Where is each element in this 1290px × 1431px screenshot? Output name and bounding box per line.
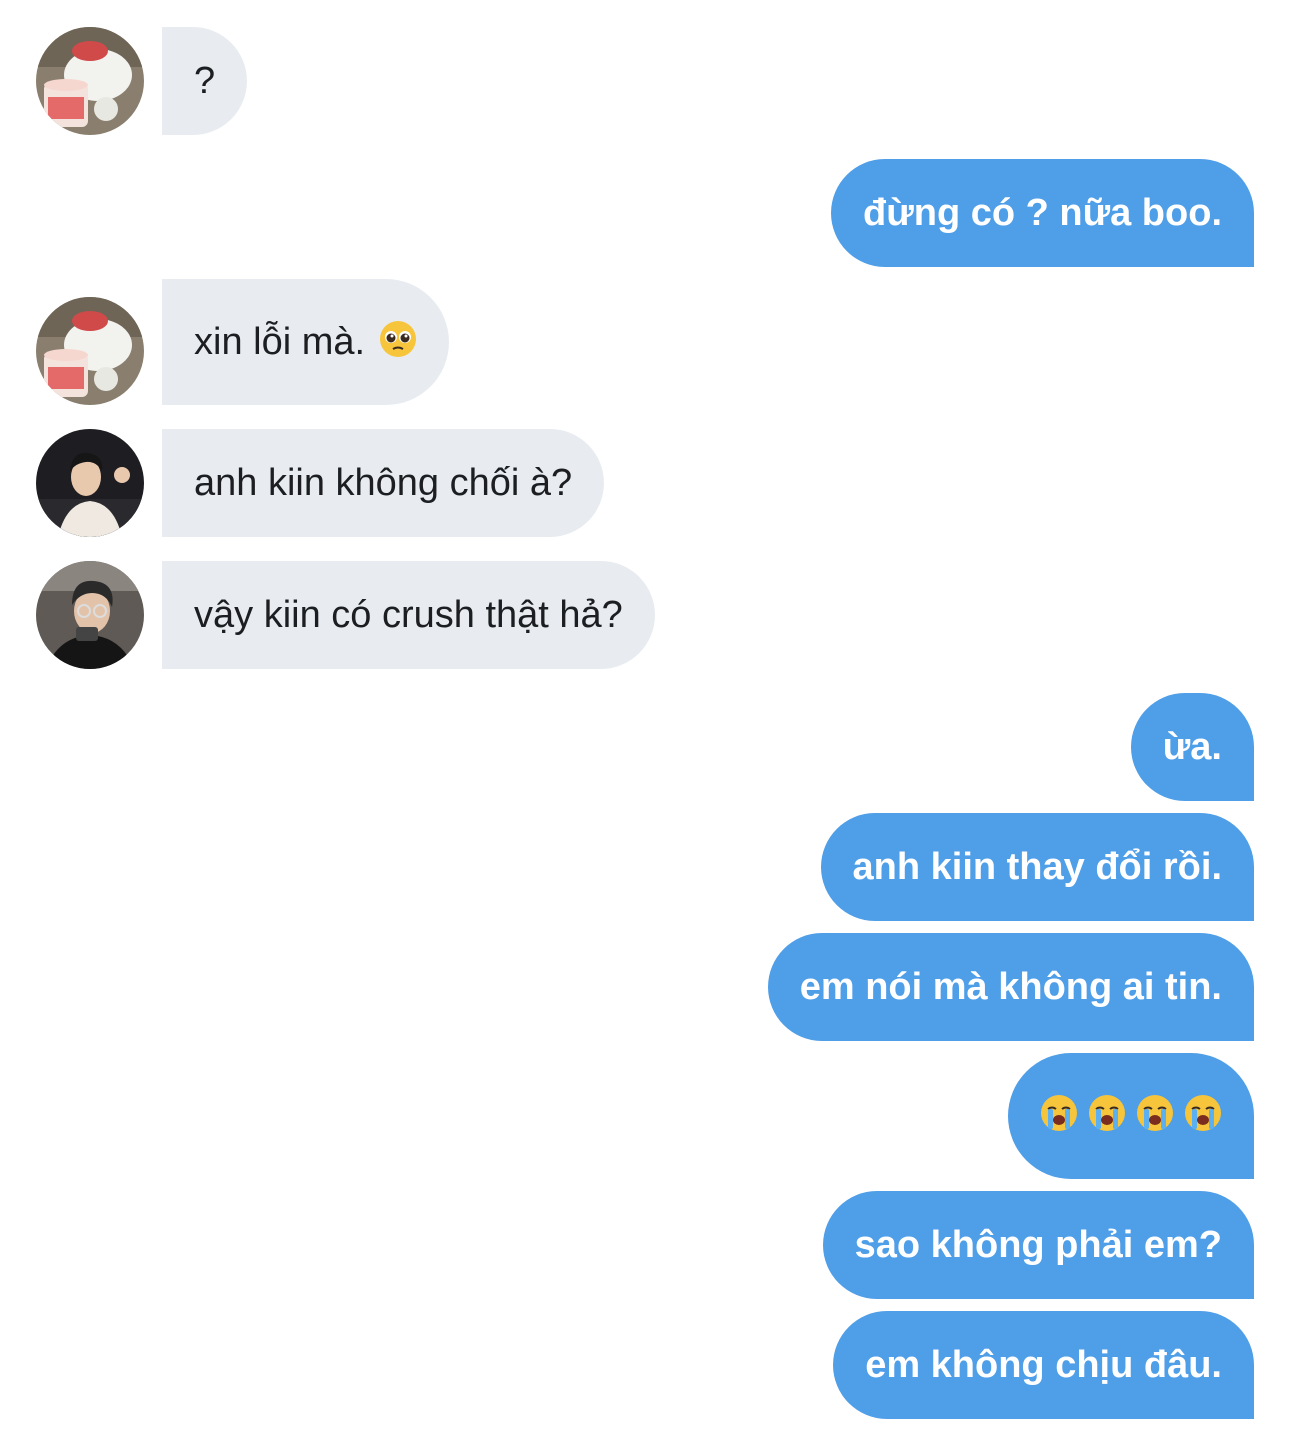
message-text: em không chịu đâu. (865, 1344, 1222, 1386)
message-text: ? (194, 60, 216, 102)
loudly-crying-face-emoji (1040, 1094, 1078, 1139)
message-bubble[interactable]: sao không phải em? (822, 1191, 1254, 1299)
message-text: xin lỗi mà. (194, 321, 366, 363)
message-bubble[interactable]: vậy kiin có crush thật hả? (162, 561, 655, 669)
loudly-crying-face-emoji (1136, 1094, 1174, 1139)
bear-ice-cream-avatar[interactable] (36, 27, 144, 135)
message-text: vậy kiin có crush thật hả? (194, 594, 623, 636)
message-bubble[interactable]: đừng có ? nữa boo. (831, 159, 1254, 267)
bear-ice-cream-avatar[interactable] (36, 297, 144, 405)
message-bubble[interactable]: em không chịu đâu. (833, 1311, 1254, 1419)
message-text: đừng có ? nữa boo. (863, 192, 1222, 234)
person-white-shirt-avatar[interactable] (36, 429, 144, 537)
loudly-crying-face-emoji (1088, 1094, 1126, 1139)
emoji-row (1040, 1094, 1222, 1139)
person-glasses-avatar[interactable] (36, 561, 144, 669)
message-text: sao không phải em? (854, 1224, 1222, 1266)
chat-thread: ? đừng có ? nữa boo. xin lỗi mà. anh kii… (0, 0, 1290, 1431)
loudly-crying-face-emoji (1184, 1094, 1222, 1139)
message-bubble[interactable]: anh kiin thay đổi rồi. (820, 813, 1254, 921)
message-bubble[interactable]: xin lỗi mà. (162, 279, 450, 405)
message-text: anh kiin không chối à? (194, 462, 573, 504)
message-text: ừa. (1162, 726, 1222, 768)
message-bubble[interactable] (1008, 1053, 1254, 1179)
message-text: em nói mà không ai tin. (799, 966, 1222, 1008)
message-bubble[interactable]: em nói mà không ai tin. (767, 933, 1254, 1041)
message-bubble[interactable]: ? (162, 27, 248, 135)
message-bubble[interactable]: anh kiin không chối à? (162, 429, 605, 537)
pleading-face-emoji (379, 320, 417, 365)
message-bubble[interactable]: ừa. (1130, 693, 1254, 801)
message-text: anh kiin thay đổi rồi. (852, 846, 1222, 888)
